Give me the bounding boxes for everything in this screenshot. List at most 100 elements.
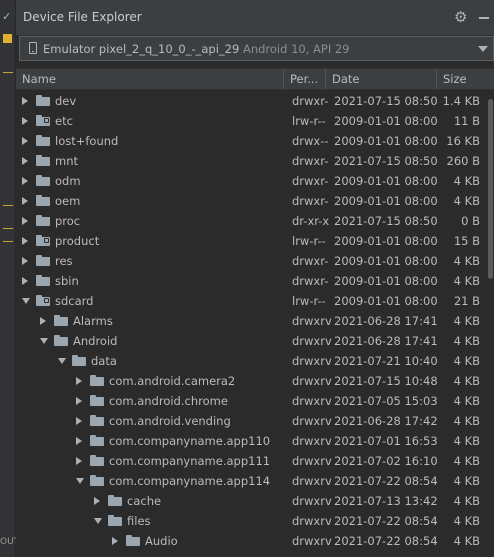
file-date: 2021-06-28 17:42 bbox=[334, 414, 438, 428]
chevron-right-icon[interactable] bbox=[22, 257, 28, 265]
table-row[interactable]: sdcard lrw-r-- 2009-01-01 08:00 21 B bbox=[16, 291, 482, 311]
column-header-permissions[interactable]: Per... bbox=[284, 69, 326, 89]
file-name: sdcard bbox=[55, 294, 94, 308]
folder-icon bbox=[108, 495, 122, 506]
device-selector[interactable]: Emulator pixel_2_q_10_0_-_api_29 Android… bbox=[19, 36, 494, 61]
chevron-right-icon[interactable] bbox=[76, 437, 82, 445]
file-name: com.android.chrome bbox=[109, 394, 228, 408]
chevron-down-icon[interactable] bbox=[478, 46, 488, 52]
chevron-right-icon[interactable] bbox=[22, 157, 28, 165]
vertical-scrollbar[interactable] bbox=[486, 91, 494, 557]
gear-icon[interactable]: ⚙ bbox=[454, 9, 470, 25]
table-row[interactable]: com.android.camera2 drwxrv 2021-07-15 10:4… bbox=[16, 371, 482, 391]
chevron-right-icon[interactable] bbox=[22, 177, 28, 185]
folder-icon bbox=[90, 395, 104, 406]
chevron-right-icon[interactable] bbox=[22, 217, 28, 225]
file-date: 2009-01-01 08:00 bbox=[334, 174, 438, 188]
chevron-down-icon[interactable] bbox=[40, 338, 48, 344]
chevron-down-icon[interactable] bbox=[76, 478, 84, 484]
file-size: 4 KB bbox=[453, 454, 480, 468]
table-row[interactable]: oem drwxr- 2009-01-01 08:00 4 KB bbox=[16, 191, 482, 211]
symlink-folder-icon bbox=[36, 295, 50, 306]
device-subtitle: Android 10, API 29 bbox=[242, 42, 350, 56]
file-permissions: drwxrv bbox=[292, 454, 332, 468]
chevron-right-icon[interactable] bbox=[22, 97, 28, 105]
chevron-right-icon[interactable] bbox=[112, 537, 118, 545]
folder-icon bbox=[90, 415, 104, 426]
file-permissions: drwxrv bbox=[292, 474, 332, 488]
folder-icon bbox=[90, 455, 104, 466]
folder-icon bbox=[36, 155, 50, 166]
table-row[interactable]: sbin drwxr- 2009-01-01 08:00 4 KB bbox=[16, 271, 482, 291]
file-size: 21 B bbox=[453, 294, 480, 308]
table-row[interactable]: product lrw-r-- 2009-01-01 08:00 15 B bbox=[16, 231, 482, 251]
folder-icon bbox=[54, 335, 68, 346]
column-header-size[interactable]: Size bbox=[437, 69, 494, 89]
table-row[interactable]: mnt drwxr- 2021-07-15 08:50 260 B bbox=[16, 151, 482, 171]
change-marker bbox=[3, 241, 13, 242]
file-size: 1.4 KB bbox=[442, 94, 480, 108]
chevron-down-icon[interactable] bbox=[22, 298, 30, 304]
file-permissions: drwx-- bbox=[292, 134, 329, 148]
table-row[interactable]: com.android.vending drwxrv 2021-06-28 17:4… bbox=[16, 411, 482, 431]
chevron-right-icon[interactable] bbox=[40, 317, 46, 325]
panel-title: Device File Explorer bbox=[23, 10, 142, 24]
column-header-date[interactable]: Date bbox=[326, 69, 437, 89]
folder-icon bbox=[90, 375, 104, 386]
table-row[interactable]: files drwxrv 2021-07-22 08:54 4 KB bbox=[16, 511, 482, 531]
check-icon: ✓ bbox=[2, 10, 12, 23]
table-row[interactable]: res drwxr- 2009-01-01 08:00 4 KB bbox=[16, 251, 482, 271]
file-name: etc bbox=[55, 114, 73, 128]
table-row[interactable]: Audio drwxrv 2021-07-22 08:54 4 KB bbox=[16, 531, 482, 551]
minimize-icon[interactable] bbox=[478, 11, 490, 23]
folder-icon bbox=[36, 175, 50, 186]
file-size: 4 KB bbox=[453, 434, 480, 448]
table-row[interactable]: proc dr-xr-x 2021-07-15 08:50 0 B bbox=[16, 211, 482, 231]
folder-icon bbox=[36, 95, 50, 106]
file-size: 11 B bbox=[453, 114, 480, 128]
chevron-down-icon[interactable] bbox=[58, 358, 66, 364]
chevron-right-icon[interactable] bbox=[76, 397, 82, 405]
file-size: 4 KB bbox=[453, 334, 480, 348]
table-row[interactable]: dev drwxr- 2021-07-15 08:50 1.4 KB bbox=[16, 91, 482, 111]
chevron-right-icon[interactable] bbox=[22, 117, 28, 125]
chevron-right-icon[interactable] bbox=[94, 497, 100, 505]
chevron-right-icon[interactable] bbox=[22, 197, 28, 205]
file-date: 2009-01-01 08:00 bbox=[334, 134, 438, 148]
file-size: 16 KB bbox=[446, 134, 480, 148]
chevron-down-icon[interactable] bbox=[94, 518, 102, 524]
table-row[interactable]: com.companyname.app111 drwxrv 2021-07-02 1… bbox=[16, 451, 482, 471]
file-permissions: drwxrv bbox=[292, 334, 332, 348]
file-date: 2009-01-01 08:00 bbox=[334, 254, 438, 268]
file-name: files bbox=[127, 514, 151, 528]
table-row[interactable]: Android drwxrv 2021-06-28 17:41 4 KB bbox=[16, 331, 482, 351]
file-permissions: drwxrv bbox=[292, 414, 332, 428]
column-header-name[interactable]: Name bbox=[16, 69, 284, 89]
file-date: 2021-07-13 13:42 bbox=[334, 494, 438, 508]
chevron-right-icon[interactable] bbox=[76, 417, 82, 425]
table-row[interactable]: cache drwxrv 2021-07-13 13:42 4 KB bbox=[16, 491, 482, 511]
table-row[interactable]: com.companyname.app110 drwxrv 2021-07-01 1… bbox=[16, 431, 482, 451]
file-date: 2021-06-28 17:41 bbox=[334, 314, 438, 328]
file-permissions: drwxr- bbox=[292, 194, 329, 208]
file-size: 4 KB bbox=[453, 254, 480, 268]
table-row[interactable]: com.android.chrome drwxrv 2021-07-05 15:03… bbox=[16, 391, 482, 411]
scrollbar-thumb[interactable] bbox=[488, 99, 493, 279]
folder-icon bbox=[36, 215, 50, 226]
table-row[interactable]: data drwxrv 2021-07-21 10:40 4 KB bbox=[16, 351, 482, 371]
table-row[interactable]: odm drwxr- 2009-01-01 08:00 4 KB bbox=[16, 171, 482, 191]
file-name: proc bbox=[55, 214, 81, 228]
file-permissions: drwxrv bbox=[292, 434, 332, 448]
symlink-folder-icon bbox=[36, 115, 50, 126]
chevron-right-icon[interactable] bbox=[76, 457, 82, 465]
chevron-right-icon[interactable] bbox=[22, 277, 28, 285]
folder-icon bbox=[126, 535, 140, 546]
table-row[interactable]: lost+found drwx-- 2009-01-01 08:00 16 KB bbox=[16, 131, 482, 151]
file-date: 2021-07-15 08:50 bbox=[334, 214, 438, 228]
table-row[interactable]: Alarms drwxrv 2021-06-28 17:41 4 KB bbox=[16, 311, 482, 331]
chevron-right-icon[interactable] bbox=[22, 137, 28, 145]
table-row[interactable]: etc lrw-r-- 2009-01-01 08:00 11 B bbox=[16, 111, 482, 131]
chevron-right-icon[interactable] bbox=[22, 237, 28, 245]
chevron-right-icon[interactable] bbox=[76, 377, 82, 385]
table-row[interactable]: com.companyname.app114 drwxrv 2021-07-22 0… bbox=[16, 471, 482, 491]
